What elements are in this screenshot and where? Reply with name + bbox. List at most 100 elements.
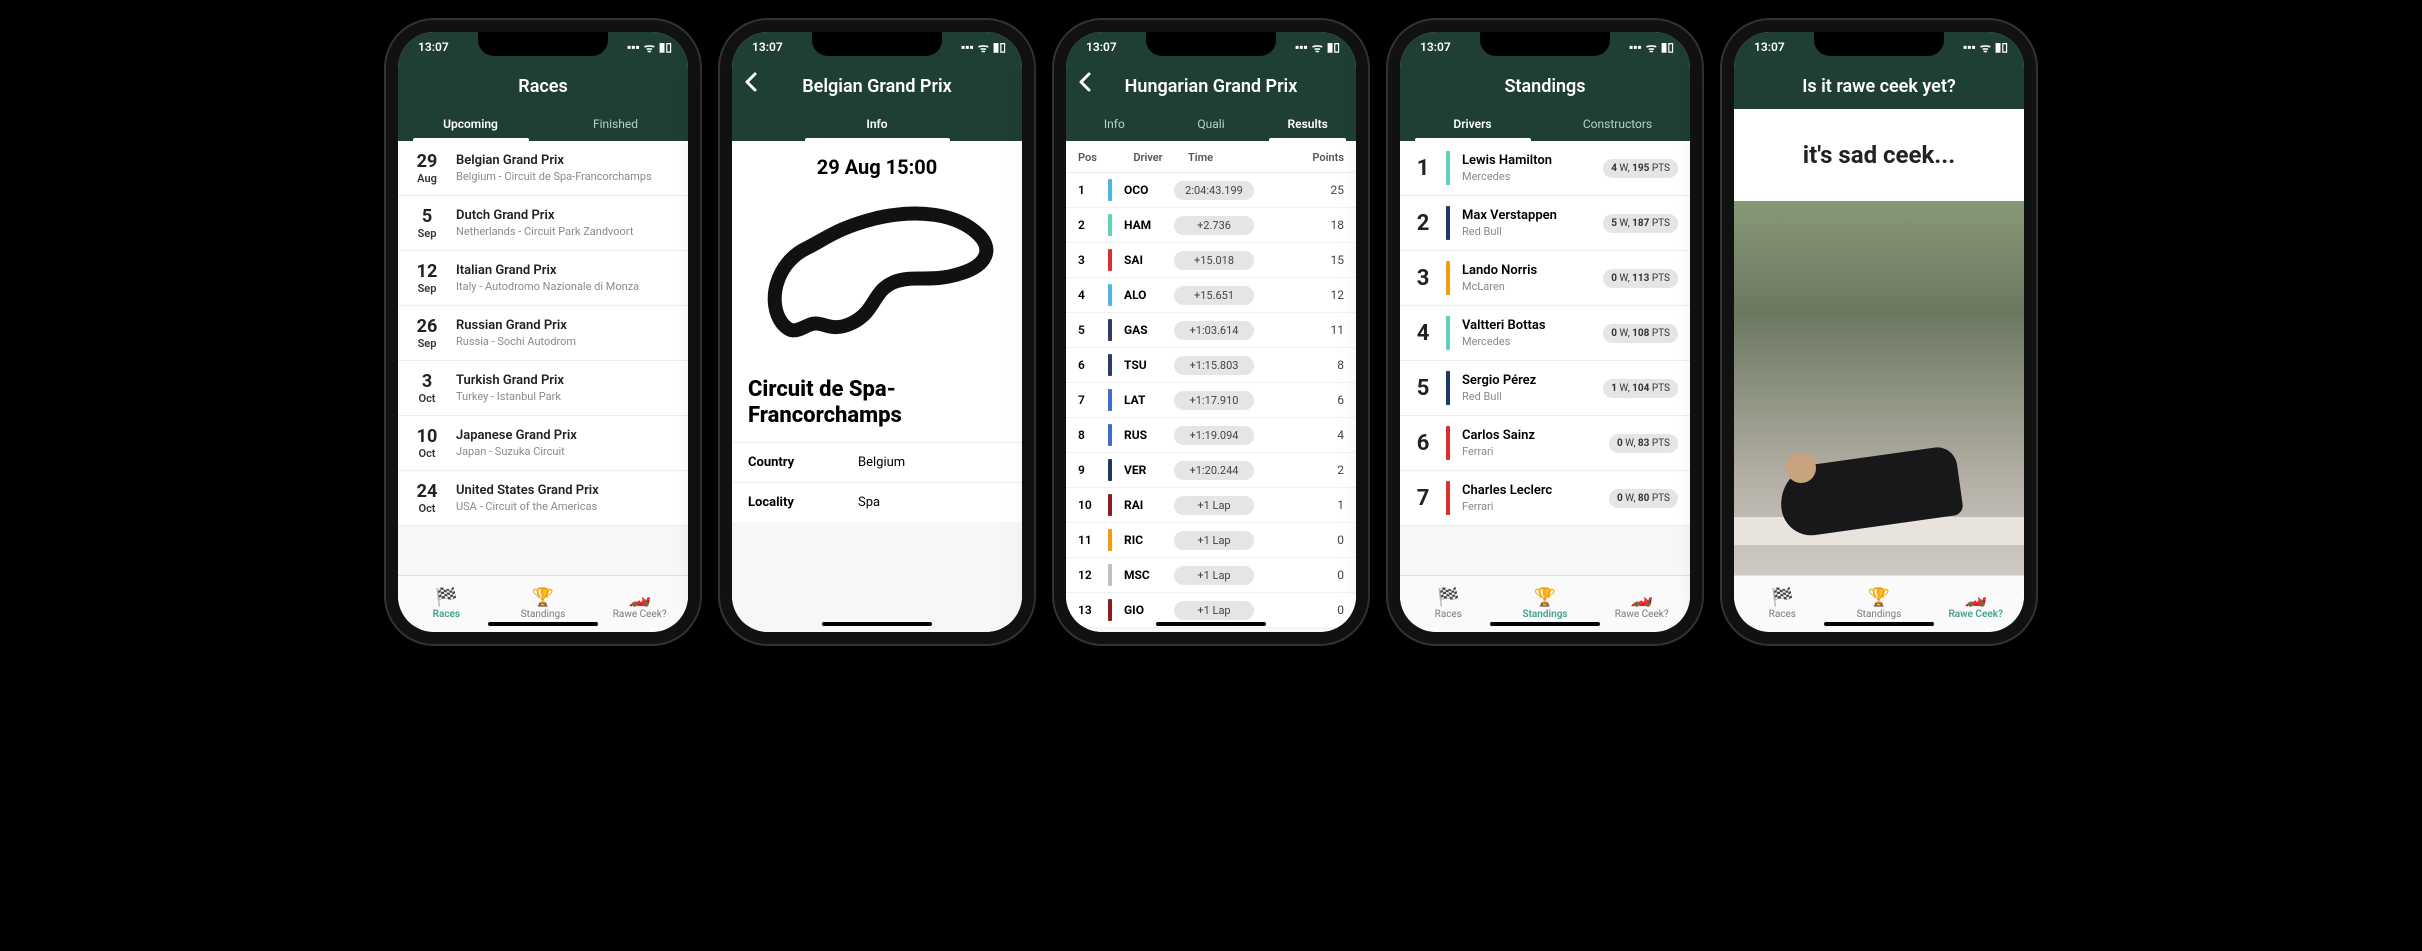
tab-upcoming[interactable]: Upcoming: [398, 109, 543, 141]
nav-rawe[interactable]: 🏎️Rawe Ceek?: [1593, 576, 1690, 632]
nav-standings[interactable]: 🏆Standings: [1831, 576, 1928, 632]
driver-name: Lando Norris: [1462, 263, 1537, 278]
result-row[interactable]: 12MSC+1 Lap0: [1066, 558, 1356, 593]
standings-row[interactable]: 6Carlos SainzFerrari0 W, 83 PTS: [1400, 416, 1690, 471]
back-button[interactable]: [1078, 72, 1092, 96]
result-row[interactable]: 6TSU+1:15.8038: [1066, 348, 1356, 383]
result-row[interactable]: 11RIC+1 Lap0: [1066, 523, 1356, 558]
race-row[interactable]: 26SepRussian Grand PrixRussia - Sochi Au…: [398, 306, 688, 361]
team-color-bar: [1108, 389, 1112, 411]
result-pos: 3: [1078, 253, 1108, 267]
result-time: +1:20.244: [1174, 461, 1254, 480]
track-map: [732, 183, 1022, 377]
phone-standings: 13:07 ▪▪▪ ᯤ ▮▯ Standings Drivers Constru…: [1388, 20, 1702, 644]
phone-circuit-info: 13:07 ▪▪▪ ᯤ ▮▯ Belgian Grand Prix Info 2…: [720, 20, 1034, 644]
result-row[interactable]: 8RUS+1:19.0944: [1066, 418, 1356, 453]
result-row[interactable]: 1OCO2:04:43.19925: [1066, 173, 1356, 208]
race-row[interactable]: 24OctUnited States Grand PrixUSA - Circu…: [398, 471, 688, 526]
result-time: 2:04:43.199: [1174, 181, 1254, 200]
standings-row[interactable]: 2Max VerstappenRed Bull5 W, 187 PTS: [1400, 196, 1690, 251]
result-row[interactable]: 7LAT+1:17.9106: [1066, 383, 1356, 418]
team-color-bar: [1446, 206, 1450, 240]
result-time: +15.018: [1174, 251, 1254, 270]
battery-icon: ▮▯: [659, 40, 672, 54]
nav-standings[interactable]: 🏆Standings: [1497, 576, 1594, 632]
race-name: Belgian Grand Prix: [456, 153, 652, 168]
sad-driver-image: [1734, 201, 2024, 575]
team-color-bar: [1446, 481, 1450, 515]
status-bar: 13:07 ▪▪▪ ᯤ ▮▯: [1066, 32, 1356, 62]
race-date: 12Sep: [410, 261, 444, 295]
result-points: 18: [1254, 218, 1344, 232]
status-time: 13:07: [1754, 40, 1785, 54]
tab-results[interactable]: Results: [1259, 109, 1356, 141]
tab-info[interactable]: Info: [732, 109, 1022, 141]
flag-icon: 🏁: [1771, 589, 1793, 607]
nav-races[interactable]: 🏁Races: [398, 576, 495, 632]
result-row[interactable]: 13GIO+1 Lap0: [1066, 593, 1356, 628]
race-date: 24Oct: [410, 481, 444, 515]
tab-info[interactable]: Info: [1066, 109, 1163, 141]
result-pos: 5: [1078, 323, 1108, 337]
standings-row[interactable]: 4Valtteri BottasMercedes0 W, 108 PTS: [1400, 306, 1690, 361]
bottom-nav: 🏁Races 🏆Standings 🏎️Rawe Ceek?: [1400, 575, 1690, 632]
race-name: Japanese Grand Prix: [456, 428, 577, 443]
result-time: +2.736: [1174, 216, 1254, 235]
result-points: 12: [1254, 288, 1344, 302]
flag-icon: 🏁: [435, 589, 457, 607]
driver-code: SAI: [1124, 253, 1174, 267]
tab-drivers[interactable]: Drivers: [1400, 109, 1545, 141]
result-pos: 12: [1078, 568, 1108, 582]
standings-row[interactable]: 3Lando NorrisMcLaren0 W, 113 PTS: [1400, 251, 1690, 306]
back-button[interactable]: [744, 72, 758, 96]
result-row[interactable]: 4ALO+15.65112: [1066, 278, 1356, 313]
nav-races[interactable]: 🏁Races: [1400, 576, 1497, 632]
status-bar: 13:07 ▪▪▪ ᯤ ▮▯: [732, 32, 1022, 62]
result-row[interactable]: 3SAI+15.01815: [1066, 243, 1356, 278]
race-row[interactable]: 29AugBelgian Grand PrixBelgium - Circuit…: [398, 141, 688, 196]
standing-points: 0 W, 80 PTS: [1609, 489, 1678, 508]
status-time: 13:07: [418, 40, 449, 54]
result-row[interactable]: 9VER+1:20.2442: [1066, 453, 1356, 488]
race-row[interactable]: 12SepItalian Grand PrixItaly - Autodromo…: [398, 251, 688, 306]
nav-races[interactable]: 🏁Races: [1734, 576, 1831, 632]
race-name: Dutch Grand Prix: [456, 208, 633, 223]
header: Is it rawe ceek yet?: [1734, 62, 2024, 109]
result-points: 11: [1254, 323, 1344, 337]
races-list[interactable]: 29AugBelgian Grand PrixBelgium - Circuit…: [398, 141, 688, 575]
result-row[interactable]: 2HAM+2.73618: [1066, 208, 1356, 243]
race-row[interactable]: 10OctJapanese Grand PrixJapan - Suzuka C…: [398, 416, 688, 471]
result-row[interactable]: 10RAI+1 Lap1: [1066, 488, 1356, 523]
detail-value: Spa: [858, 495, 880, 510]
tab-finished[interactable]: Finished: [543, 109, 688, 141]
tab-constructors[interactable]: Constructors: [1545, 109, 1690, 141]
tab-quali[interactable]: Quali: [1163, 109, 1260, 141]
race-row[interactable]: 5SepDutch Grand PrixNetherlands - Circui…: [398, 196, 688, 251]
wifi-icon: ᯤ: [1980, 39, 1991, 56]
nav-standings[interactable]: 🏆Standings: [495, 576, 592, 632]
results-body[interactable]: Pos Driver Time Points 1OCO2:04:43.19925…: [1066, 141, 1356, 632]
standings-row[interactable]: 1Lewis HamiltonMercedes4 W, 195 PTS: [1400, 141, 1690, 196]
page-title: Races: [398, 70, 688, 109]
result-row[interactable]: 5GAS+1:03.61411: [1066, 313, 1356, 348]
nav-rawe[interactable]: 🏎️Rawe Ceek?: [591, 576, 688, 632]
driver-code: GAS: [1124, 323, 1174, 337]
result-points: 0: [1254, 568, 1344, 582]
car-icon: 🏎️: [1964, 589, 1986, 607]
result-points: 1: [1254, 498, 1344, 512]
standings-list[interactable]: 1Lewis HamiltonMercedes4 W, 195 PTS2Max …: [1400, 141, 1690, 575]
spa-track-icon: [757, 193, 997, 363]
standings-row[interactable]: 7Charles LeclercFerrari0 W, 80 PTS: [1400, 471, 1690, 526]
race-name: United States Grand Prix: [456, 483, 599, 498]
team-color-bar: [1108, 179, 1112, 201]
driver-name: Valtteri Bottas: [1462, 318, 1546, 333]
circuit-body: 29 Aug 15:00 Circuit de Spa-Francorchamp…: [732, 141, 1022, 632]
driver-code: GIO: [1124, 603, 1174, 617]
nav-rawe[interactable]: 🏎️Rawe Ceek?: [1927, 576, 2024, 632]
race-row[interactable]: 3OctTurkish Grand PrixTurkey - Istanbul …: [398, 361, 688, 416]
race-location: Russia - Sochi Autodrom: [456, 335, 576, 348]
standing-pos: 1: [1412, 156, 1434, 181]
col-points: Points: [1258, 151, 1344, 164]
standings-row[interactable]: 5Sergio PérezRed Bull1 W, 104 PTS: [1400, 361, 1690, 416]
team-name: Mercedes: [1462, 335, 1546, 348]
